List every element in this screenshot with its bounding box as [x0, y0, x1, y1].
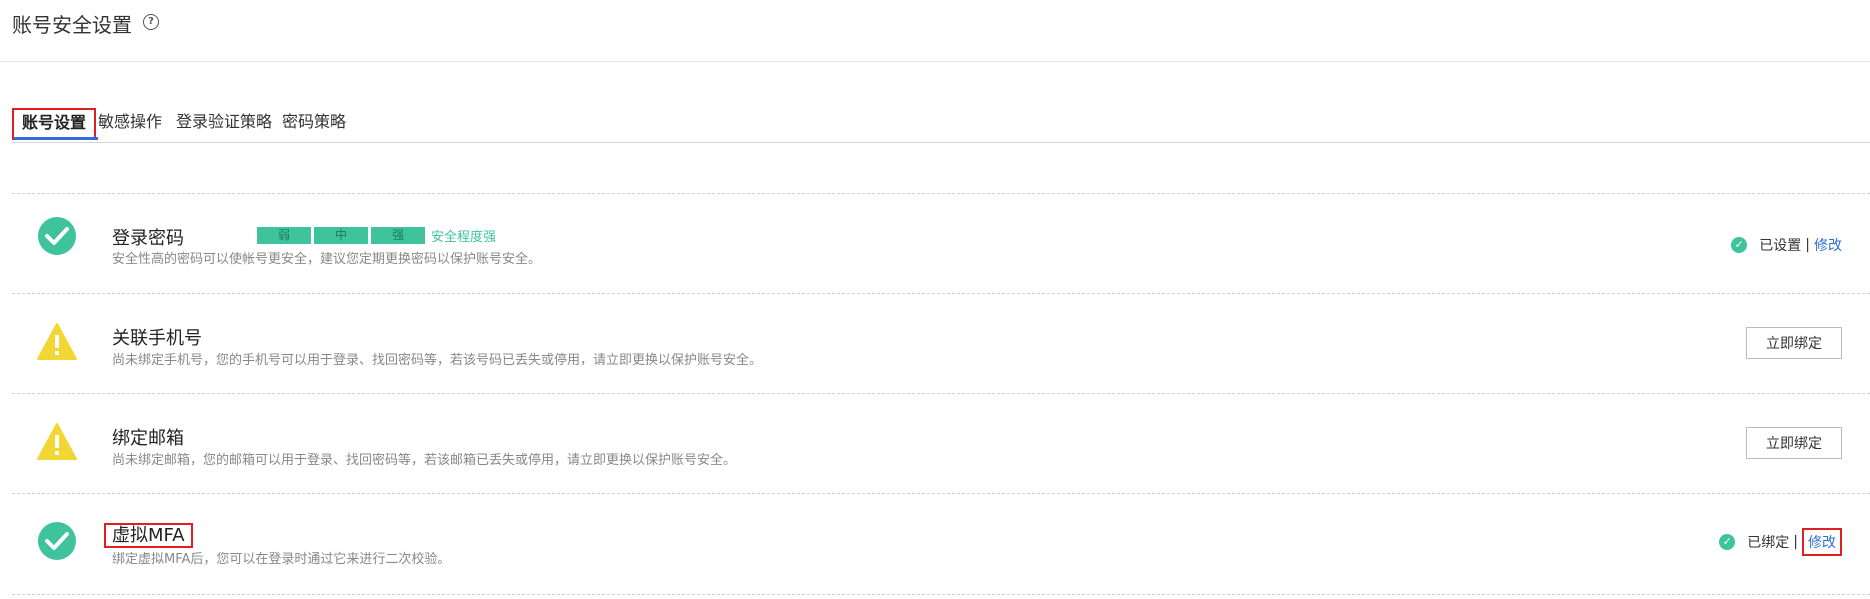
status-group: ✓ 已绑定 | 修改 [1719, 528, 1842, 556]
modify-mfa-link[interactable]: 修改 [1802, 528, 1842, 556]
status-separator: | [1793, 534, 1798, 550]
check-circle-icon [38, 217, 76, 255]
item-title: 登录密码 [112, 228, 184, 249]
check-circle-icon [38, 522, 76, 560]
setting-row-email: 绑定邮箱 尚未绑定邮箱，您的邮箱可以用于登录、找回密码等，若该邮箱已丢失或停用，… [12, 393, 1870, 494]
setting-row-phone: 关联手机号 尚未绑定手机号，您的手机号可以用于登录、找回密码等，若该号码已丢失或… [12, 293, 1870, 394]
status-separator: | [1805, 237, 1810, 253]
active-tab-indicator [14, 137, 98, 140]
tab-label: 密码策略 [282, 112, 347, 131]
tab-password-policy[interactable]: 密码策略 [282, 108, 346, 140]
mfa-title-highlight: 虚拟MFA [104, 523, 193, 548]
tab-bar: 账号设置 敏感操作 登录验证策略 密码策略 [12, 108, 1870, 143]
item-title: 虚拟MFA [104, 521, 193, 548]
status-text: 已设置 [1759, 238, 1802, 254]
setting-row-login-password: 登录密码 弱 中 强 安全程度强 安全性高的密码可以使帐号更安全，建议您定期更换… [12, 193, 1870, 294]
help-icon[interactable]: ? [143, 14, 159, 30]
status-group: ✓ 已设置 | 修改 [1731, 235, 1842, 255]
strength-segment-medium: 中 [314, 227, 368, 244]
bind-email-button[interactable]: 立即绑定 [1746, 427, 1842, 459]
strength-segment-strong: 强 [371, 227, 425, 244]
strength-label: 安全程度强 [431, 230, 497, 245]
status-check-icon: ✓ [1719, 534, 1736, 550]
warning-icon [37, 423, 77, 460]
tab-label: 敏感操作 [98, 112, 163, 131]
item-description: 绑定虚拟MFA后，您可以在登录时通过它来进行二次校验。 [112, 552, 451, 567]
tab-sensitive-operations[interactable]: 敏感操作 [98, 108, 162, 140]
tab-account-settings[interactable]: 账号设置 [12, 108, 98, 140]
page-header: 账号安全设置 ? [0, 0, 1870, 62]
bind-phone-button[interactable]: 立即绑定 [1746, 327, 1842, 359]
item-description: 安全性高的密码可以使帐号更安全，建议您定期更换密码以保护账号安全。 [112, 252, 542, 267]
password-strength-meter: 弱 中 强 安全程度强 [257, 226, 496, 245]
modify-password-link[interactable]: 修改 [1814, 235, 1842, 255]
item-description: 尚未绑定邮箱，您的邮箱可以用于登录、找回密码等，若该邮箱已丢失或停用，请立即更换… [112, 453, 737, 468]
tab-label: 账号设置 [22, 113, 87, 132]
setting-row-virtual-mfa: 虚拟MFA 绑定虚拟MFA后，您可以在登录时通过它来进行二次校验。 ✓ 已绑定 … [12, 493, 1870, 595]
page-title: 账号安全设置 [12, 13, 132, 37]
strength-segment-weak: 弱 [257, 227, 311, 244]
tab-login-verification-policy[interactable]: 登录验证策略 [176, 108, 272, 140]
item-description: 尚未绑定手机号，您的手机号可以用于登录、找回密码等，若该号码已丢失或停用，请立即… [112, 353, 763, 368]
item-title: 绑定邮箱 [112, 428, 184, 449]
tab-label: 登录验证策略 [176, 112, 273, 131]
status-check-icon: ✓ [1731, 237, 1748, 253]
item-title: 关联手机号 [112, 328, 202, 349]
status-text: 已绑定 [1747, 535, 1790, 551]
warning-icon [37, 323, 77, 360]
